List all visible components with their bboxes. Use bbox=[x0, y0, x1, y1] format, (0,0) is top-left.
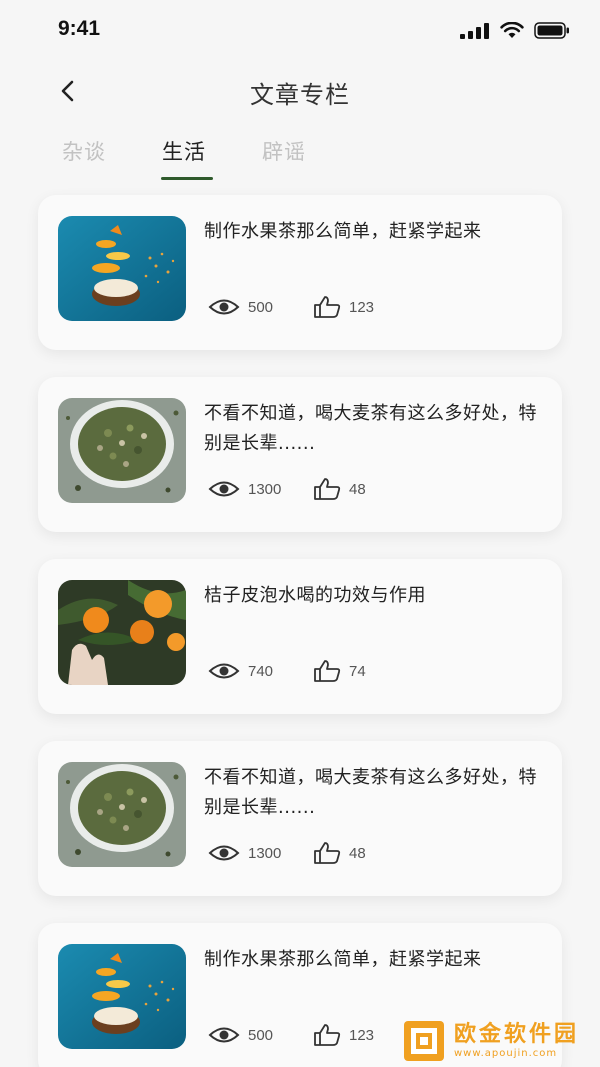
likes-count: 123 bbox=[349, 1026, 375, 1044]
views-stat: 500 bbox=[208, 1026, 313, 1044]
views-stat: 1300 bbox=[208, 844, 313, 862]
article-title: 制作水果茶那么简单，赶紧学起来 bbox=[204, 949, 482, 970]
views-count: 500 bbox=[248, 1026, 274, 1044]
article-card[interactable]: 不看不知道，喝大麦茶有这么多好处，特别是长辈...... 1300 48 bbox=[38, 377, 562, 532]
views-count: 500 bbox=[248, 298, 274, 316]
views-count: 1300 bbox=[248, 480, 282, 498]
views-stat: 740 bbox=[208, 662, 313, 680]
views-stat: 1300 bbox=[208, 480, 313, 498]
watermark: 欧金软件园 www.apoujin.com bbox=[402, 1018, 594, 1064]
battery-icon bbox=[534, 22, 569, 39]
tab-zatan[interactable]: 杂谈 bbox=[62, 136, 106, 166]
page-title: 文章专栏 bbox=[250, 81, 350, 109]
eye-icon bbox=[208, 299, 240, 315]
wifi-icon bbox=[500, 22, 524, 38]
watermark-name: 欧金软件园 bbox=[454, 1022, 580, 1047]
watermark-text: 欧金软件园 www.apoujin.com bbox=[454, 1022, 579, 1060]
article-title: 不看不知道，喝大麦茶有这么多好处，特别是长辈...... bbox=[204, 767, 537, 818]
eye-icon bbox=[208, 663, 240, 679]
likes-stat[interactable]: 123 bbox=[313, 295, 374, 319]
article-title: 制作水果茶那么简单，赶紧学起来 bbox=[204, 221, 482, 242]
article-card[interactable]: 不看不知道，喝大麦茶有这么多好处，特别是长辈...... 1300 48 bbox=[38, 741, 562, 896]
views-stat: 500 bbox=[208, 298, 313, 316]
fruit-tea-image bbox=[58, 944, 186, 1049]
likes-count: 48 bbox=[349, 480, 366, 498]
eye-icon bbox=[208, 845, 240, 861]
article-stats: 1300 48 bbox=[208, 841, 366, 865]
article-stats: 500 123 bbox=[208, 1023, 374, 1047]
likes-count: 74 bbox=[349, 662, 366, 680]
barley-tea-image bbox=[58, 398, 186, 503]
active-tab-indicator bbox=[161, 177, 213, 180]
status-icons bbox=[460, 22, 570, 39]
article-title: 桔子皮泡水喝的功效与作用 bbox=[204, 585, 426, 606]
eye-icon bbox=[208, 481, 240, 497]
tab-shenghuo[interactable]: 生活 bbox=[162, 136, 206, 166]
tab-bar: 杂谈 生活 辟谣 bbox=[0, 130, 600, 182]
fruit-tea-image bbox=[58, 216, 186, 321]
status-bar: 9:41 bbox=[0, 0, 600, 62]
article-stats: 740 74 bbox=[208, 659, 366, 683]
tab-piyao[interactable]: 辟谣 bbox=[262, 136, 306, 166]
watermark-logo-icon bbox=[404, 1021, 444, 1061]
thumbs-up-icon bbox=[314, 1024, 341, 1046]
nav-bar: 文章专栏 bbox=[0, 62, 600, 120]
likes-stat[interactable]: 74 bbox=[313, 659, 366, 683]
thumbs-up-icon bbox=[314, 660, 341, 682]
views-count: 740 bbox=[248, 662, 274, 680]
likes-stat[interactable]: 123 bbox=[313, 1023, 374, 1047]
article-title: 不看不知道，喝大麦茶有这么多好处，特别是长辈...... bbox=[204, 403, 537, 454]
status-time: 9:41 bbox=[58, 17, 101, 40]
thumbs-up-icon bbox=[314, 296, 341, 318]
article-stats: 500 123 bbox=[208, 295, 374, 319]
eye-icon bbox=[208, 1027, 240, 1043]
watermark-url: www.apoujin.com bbox=[454, 1048, 558, 1059]
article-stats: 1300 48 bbox=[208, 477, 366, 501]
thumbs-up-icon bbox=[314, 842, 341, 864]
views-count: 1300 bbox=[248, 844, 282, 862]
article-card[interactable]: 制作水果茶那么简单，赶紧学起来 500 123 bbox=[38, 195, 562, 350]
likes-count: 48 bbox=[349, 844, 366, 862]
orange-tree-image bbox=[58, 580, 186, 685]
signal-icon bbox=[460, 22, 489, 39]
likes-count: 123 bbox=[349, 298, 375, 316]
likes-stat[interactable]: 48 bbox=[313, 477, 366, 501]
article-card[interactable]: 桔子皮泡水喝的功效与作用 740 74 bbox=[38, 559, 562, 714]
thumbs-up-icon bbox=[314, 478, 341, 500]
barley-tea-image bbox=[58, 762, 186, 867]
likes-stat[interactable]: 48 bbox=[313, 841, 366, 865]
